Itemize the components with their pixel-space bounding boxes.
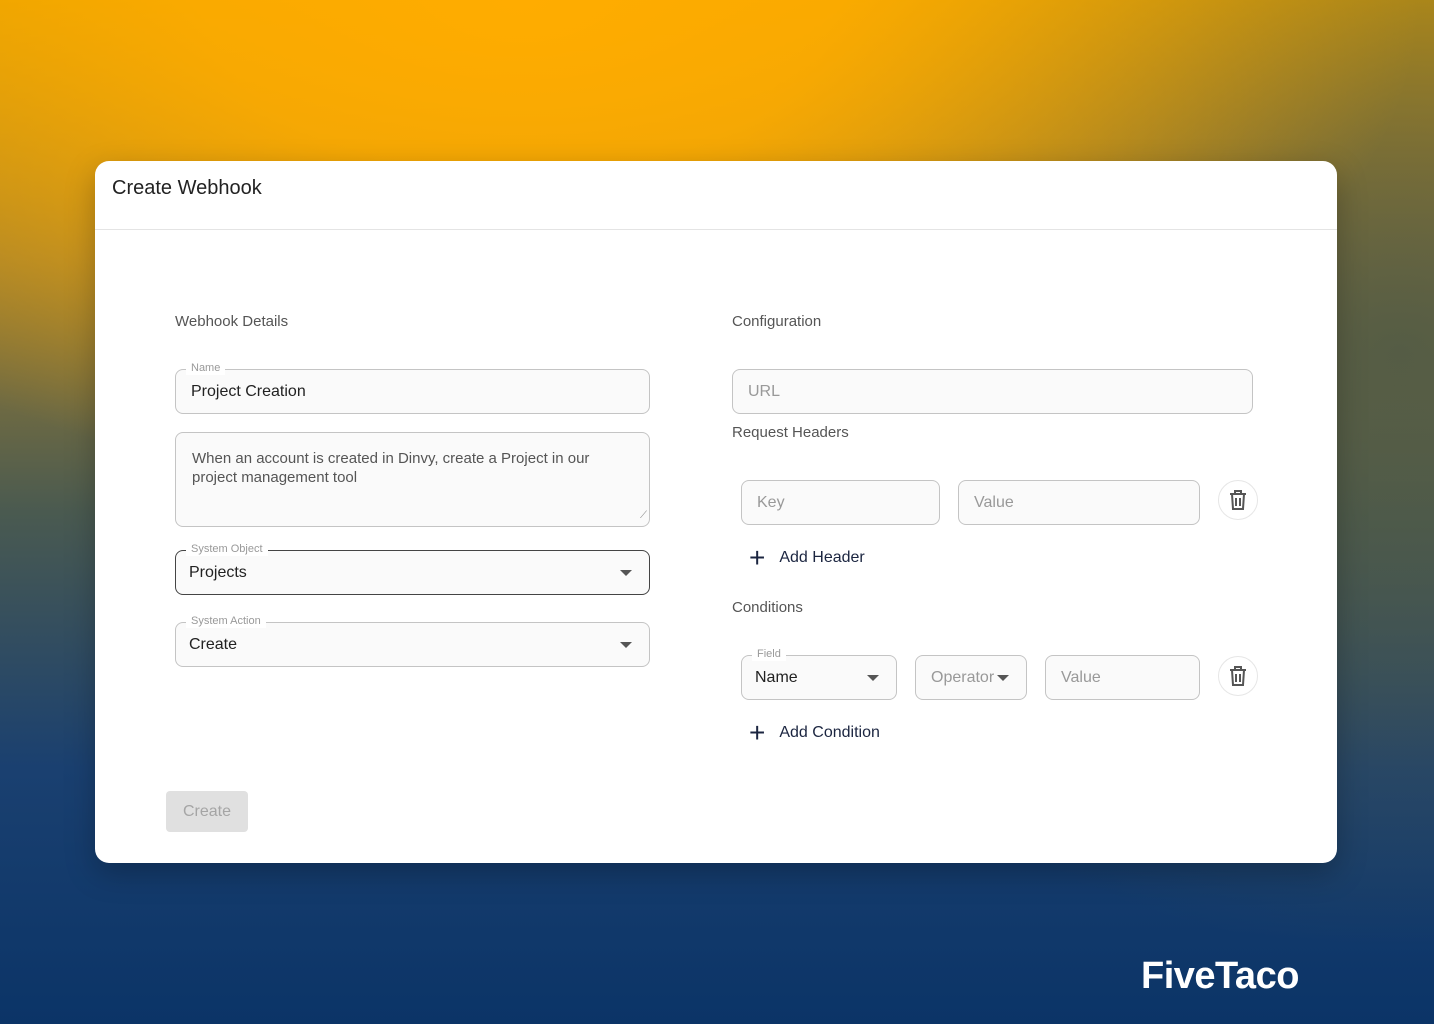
condition-field-label: Field: [752, 647, 786, 661]
chevron-down-icon: [867, 674, 879, 681]
condition-field-select[interactable]: Field Name: [741, 647, 897, 700]
add-condition-button[interactable]: + Add Condition: [749, 719, 880, 747]
header-key-placeholder: Key: [757, 493, 785, 511]
url-input[interactable]: URL: [732, 369, 1253, 414]
condition-operator-select[interactable]: Operator: [915, 655, 1027, 700]
add-header-button[interactable]: + Add Header: [749, 544, 865, 572]
name-value: Project Creation: [191, 382, 306, 400]
plus-icon: +: [749, 717, 766, 748]
system-object-label: System Object: [186, 542, 268, 556]
delete-header-button[interactable]: [1218, 480, 1258, 520]
description-textarea[interactable]: When an account is created in Dinvy, cre…: [175, 432, 650, 527]
dialog-header: Create Webhook: [95, 161, 1337, 230]
header-value-input[interactable]: Value: [958, 480, 1200, 525]
chevron-down-icon: [620, 569, 632, 576]
description-value: When an account is created in Dinvy, cre…: [192, 450, 590, 486]
add-condition-label: Add Condition: [779, 724, 880, 741]
delete-condition-button[interactable]: [1218, 656, 1258, 696]
condition-value-placeholder: Value: [1061, 668, 1101, 686]
name-field[interactable]: Name Project Creation: [175, 361, 650, 414]
system-action-label: System Action: [186, 614, 266, 628]
condition-field-value: Name: [755, 668, 798, 686]
url-placeholder: URL: [748, 382, 781, 400]
name-label: Name: [186, 361, 226, 375]
system-object-select[interactable]: System Object Projects: [175, 542, 650, 595]
header-key-input[interactable]: Key: [741, 480, 940, 525]
trash-icon: [1230, 666, 1246, 686]
configuration-heading: Configuration: [732, 313, 822, 330]
chevron-down-icon: [620, 641, 632, 648]
system-action-select[interactable]: System Action Create: [175, 614, 650, 667]
resize-handle-icon[interactable]: ⟋: [640, 506, 647, 525]
add-header-label: Add Header: [779, 549, 865, 566]
create-button[interactable]: Create: [166, 791, 248, 832]
request-headers-heading: Request Headers: [732, 424, 849, 441]
system-action-value: Create: [189, 635, 238, 653]
plus-icon: +: [749, 542, 766, 573]
dialog-title: Create Webhook: [112, 177, 262, 199]
webhook-details-heading: Webhook Details: [175, 313, 289, 330]
chevron-down-icon: [997, 674, 1009, 681]
condition-value-input[interactable]: Value: [1045, 655, 1200, 700]
trash-icon: [1230, 490, 1246, 510]
header-value-placeholder: Value: [974, 493, 1014, 511]
create-webhook-dialog: Create Webhook Webhook Details Name Proj…: [95, 161, 1337, 863]
system-object-value: Projects: [189, 563, 247, 581]
conditions-heading: Conditions: [732, 599, 803, 616]
fivetaco-logo: FiveTaco: [1141, 955, 1299, 997]
condition-operator-placeholder: Operator: [931, 668, 995, 686]
